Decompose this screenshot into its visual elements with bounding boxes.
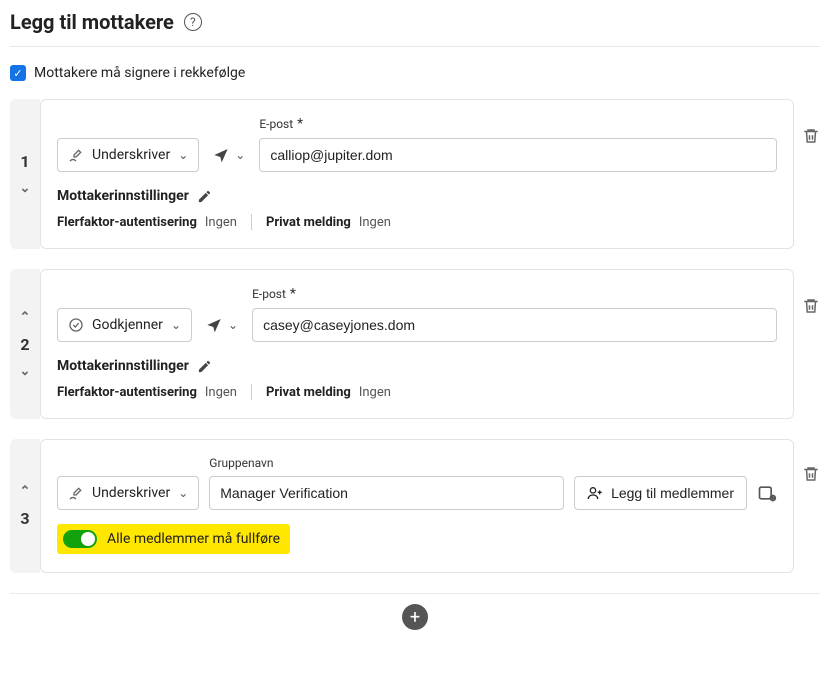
recipient-meta-row: Flerfaktor-autentisering Ingen Privat me… [57, 384, 777, 400]
role-label: Underskriver [92, 485, 170, 501]
sign-order-row: ✓ Mottakere må signere i rekkefølge [10, 65, 820, 81]
order-column: ⌃ 2 ⌄ [10, 269, 40, 419]
recipient-group-card: Underskriver ⌄ Gruppenavn Legg til medle… [40, 439, 794, 573]
pen-icon [68, 147, 84, 163]
order-number: 1 [20, 152, 29, 171]
order-number: 3 [20, 509, 29, 528]
page-header: Legg til mottakere ? [10, 10, 820, 47]
chevron-down-icon: ⌄ [178, 148, 188, 162]
delete-recipient-button[interactable] [794, 99, 820, 249]
group-name-label: Gruppenavn [209, 456, 564, 470]
email-input[interactable] [252, 308, 777, 342]
recipient-settings-header: Mottakerinnstillinger [57, 188, 777, 204]
sign-in-order-label: Mottakere må signere i rekkefølge [34, 65, 245, 81]
role-label: Godkjenner [92, 317, 163, 333]
email-label: E-post * [259, 116, 777, 132]
mfa-label: Flerfaktor-autentisering [57, 215, 197, 230]
sign-in-order-checkbox[interactable]: ✓ [10, 65, 26, 81]
email-input[interactable] [259, 138, 777, 172]
private-message-value: Ingen [359, 385, 391, 400]
group-name-input[interactable] [209, 476, 564, 510]
recipient-card: Godkjenner ⌄ ⌄ E-post * Mottakerinnstill… [40, 269, 794, 419]
send-icon [206, 317, 222, 333]
delivery-method-button[interactable]: ⌄ [209, 138, 249, 172]
move-down-icon[interactable]: ⌄ [20, 181, 31, 196]
delete-recipient-button[interactable] [794, 439, 820, 573]
move-up-icon[interactable]: ⌃ [20, 310, 31, 325]
group-settings-icon[interactable] [757, 476, 777, 510]
recipient-card: Underskriver ⌄ ⌄ E-post * Mottakerinnsti… [40, 99, 794, 249]
recipient-group-block: ⌃ 3 Underskriver ⌄ Gruppenavn [10, 439, 820, 573]
chevron-down-icon: ⌄ [228, 318, 238, 332]
move-up-icon[interactable]: ⌃ [20, 484, 31, 499]
private-message-label: Privat melding [266, 385, 351, 400]
add-recipient-button[interactable]: + [402, 604, 428, 630]
mfa-label: Flerfaktor-autentisering [57, 385, 197, 400]
divider [251, 384, 252, 400]
mfa-value: Ingen [205, 215, 237, 230]
page-title: Legg til mottakere [10, 10, 174, 34]
role-select[interactable]: Underskriver ⌄ [57, 138, 199, 172]
help-icon[interactable]: ? [184, 13, 202, 31]
private-message-label: Privat melding [266, 215, 351, 230]
send-icon [213, 147, 229, 163]
edit-icon[interactable] [197, 359, 212, 374]
all-must-complete-row: Alle medlemmer må fullføre [57, 524, 290, 554]
chevron-down-icon: ⌄ [171, 318, 181, 332]
pen-icon [68, 485, 84, 501]
role-select[interactable]: Underskriver ⌄ [57, 476, 199, 510]
required-asterisk: * [290, 286, 296, 302]
private-message-value: Ingen [359, 215, 391, 230]
all-must-complete-label: Alle medlemmer må fullføre [107, 531, 280, 547]
email-label: E-post * [252, 286, 777, 302]
role-select[interactable]: Godkjenner ⌄ [57, 308, 192, 342]
recipient-block: ⌃ 2 ⌄ Godkjenner ⌄ ⌄ [10, 269, 820, 419]
delivery-method-button[interactable]: ⌄ [202, 308, 242, 342]
add-recipient-row: + [10, 593, 820, 630]
mfa-value: Ingen [205, 385, 237, 400]
chevron-down-icon: ⌄ [235, 148, 245, 162]
order-column: ⌃ 3 [10, 439, 40, 573]
chevron-down-icon: ⌄ [178, 486, 188, 500]
add-members-button[interactable]: Legg til medlemmer [574, 476, 747, 510]
check-circle-icon [68, 317, 84, 333]
edit-icon[interactable] [197, 189, 212, 204]
order-number: 2 [20, 335, 29, 354]
recipient-block: 1 ⌄ Underskriver ⌄ ⌄ E- [10, 99, 820, 249]
all-must-complete-toggle[interactable] [63, 530, 97, 548]
recipient-meta-row: Flerfaktor-autentisering Ingen Privat me… [57, 214, 777, 230]
move-down-icon[interactable]: ⌄ [20, 364, 31, 379]
required-asterisk: * [297, 116, 303, 132]
user-plus-icon [587, 485, 603, 501]
recipient-settings-header: Mottakerinnstillinger [57, 358, 777, 374]
role-label: Underskriver [92, 147, 170, 163]
order-column: 1 ⌄ [10, 99, 40, 249]
delete-recipient-button[interactable] [794, 269, 820, 419]
divider [251, 214, 252, 230]
